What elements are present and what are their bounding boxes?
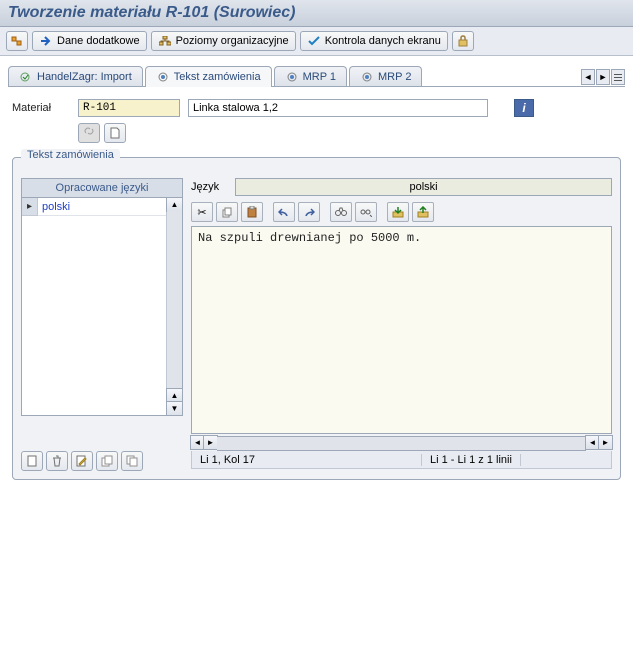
tab-mrp2-label: MRP 2 [378, 71, 411, 83]
editor-status: Li 1, Kol 17 Li 1 - Li 1 z 1 linii [191, 451, 612, 469]
hscroll-track[interactable] [217, 436, 586, 451]
kontrola-button[interactable]: Kontrola danych ekranu [300, 31, 448, 51]
tab-mrp2[interactable]: MRP 2 [349, 66, 422, 87]
load-button[interactable] [387, 202, 409, 222]
new-doc-icon [25, 454, 39, 468]
tekst-zamowienia-group: Tekst zamówienia Opracowane języki ▸ pol… [12, 157, 621, 480]
tab-next-button[interactable]: ► [596, 69, 610, 85]
material-input[interactable] [78, 99, 180, 117]
title-bar: Tworzenie materiału R-101 (Surowiec) [0, 0, 633, 27]
new-button[interactable] [21, 451, 43, 471]
lock-button[interactable] [452, 31, 474, 51]
paste-button[interactable] [241, 202, 263, 222]
language-cell[interactable]: polski [38, 198, 166, 216]
scissors-icon: ✂ [195, 205, 209, 219]
tab-strip: HandelZagr: Import Tekst zamówienia MRP … [8, 66, 625, 87]
text-editor[interactable] [191, 226, 612, 434]
group-title: Tekst zamówienia [21, 149, 120, 161]
trash-icon [50, 454, 64, 468]
switch-icon [11, 34, 23, 48]
list-vscroll: ▲ ▲ ▼ [166, 198, 182, 415]
language-row: Język polski [191, 178, 612, 196]
pencil-icon [75, 454, 89, 468]
binoculars-next-icon [359, 205, 373, 219]
copy-icon [220, 205, 234, 219]
poziomy-org-label: Poziomy organizacyjne [176, 35, 289, 47]
binoculars-icon [334, 205, 348, 219]
lang-value: polski [235, 178, 612, 196]
scroll-down2-button[interactable]: ▼ [166, 401, 183, 416]
dane-dodatkowe-button[interactable]: Dane dodatkowe [32, 31, 147, 51]
redo-button[interactable] [298, 202, 320, 222]
tab-radio-icon [156, 70, 170, 84]
undo-button[interactable] [273, 202, 295, 222]
hscroll-left2-button[interactable]: ► [203, 435, 218, 450]
find-next-button[interactable] [355, 202, 377, 222]
dane-dodatkowe-label: Dane dodatkowe [57, 35, 140, 47]
clipboard-icon [245, 205, 259, 219]
undo-icon [277, 205, 291, 219]
languages-column: Opracowane języki ▸ polski ▲ ▲ ▼ [21, 178, 183, 471]
delete-button[interactable] [46, 451, 68, 471]
languages-list[interactable]: ▸ polski ▲ ▲ ▼ [21, 198, 183, 416]
window-title: Tworzenie materiału R-101 (Surowiec) [8, 4, 625, 22]
list-item[interactable]: ▸ polski [22, 198, 166, 216]
tab-mrp1-label: MRP 1 [303, 71, 336, 83]
info-button[interactable]: i [514, 99, 534, 117]
org-icon [158, 34, 172, 48]
editor-hscroll: ◄ ► ◄ ► [191, 436, 612, 451]
editor-column: Język polski ✂ [191, 178, 612, 471]
copy-in-button[interactable] [96, 451, 118, 471]
find-button[interactable] [330, 202, 352, 222]
languages-header: Opracowane języki [21, 178, 183, 198]
tab-tekst-zamowienia[interactable]: Tekst zamówienia [145, 66, 272, 87]
status-range: Li 1 - Li 1 z 1 linii [422, 454, 521, 466]
row-marker-icon: ▸ [22, 198, 38, 216]
load-icon [391, 205, 405, 219]
redo-icon [302, 205, 316, 219]
lang-label: Język [191, 181, 219, 193]
tab-radio-icon [360, 70, 374, 84]
copy-button[interactable] [216, 202, 238, 222]
tab-mrp1[interactable]: MRP 1 [274, 66, 347, 87]
copy-icon [100, 454, 114, 468]
tab-handel-label: HandelZagr: Import [37, 71, 132, 83]
poziomy-org-button[interactable]: Poziomy organizacyjne [151, 31, 296, 51]
kontrola-label: Kontrola danych ekranu [325, 35, 441, 47]
material-desc-input[interactable] [188, 99, 488, 117]
save-icon [416, 205, 430, 219]
copy-out-button[interactable] [121, 451, 143, 471]
tab-tekst-label: Tekst zamówienia [174, 71, 261, 83]
main-toolbar: Dane dodatkowe Poziomy organizacyjne Kon… [0, 27, 633, 56]
toggle-button[interactable] [6, 31, 28, 51]
scroll-up-button[interactable]: ▲ [166, 197, 183, 212]
tab-nav: ◄ ► [581, 69, 625, 85]
scroll-track[interactable] [167, 211, 182, 389]
hscroll-right2-button[interactable]: ► [598, 435, 613, 450]
arrow-right-icon [39, 34, 53, 48]
tab-prev-button[interactable]: ◄ [581, 69, 595, 85]
editor-wrap: ◄ ► ◄ ► Li 1, Kol 17 Li 1 - Li 1 z 1 lin… [191, 226, 612, 469]
status-position: Li 1, Kol 17 [192, 454, 422, 466]
doc-disabled-button [78, 123, 100, 143]
cut-button[interactable]: ✂ [191, 202, 213, 222]
material-label: Materiał [12, 102, 70, 114]
material-row: Materiał i [8, 99, 625, 117]
tab-check-icon [19, 70, 33, 84]
link-icon [82, 126, 96, 140]
editor-toolbar: ✂ [191, 202, 612, 222]
save-button[interactable] [412, 202, 434, 222]
document-icon [108, 126, 122, 140]
lock-icon [457, 34, 469, 48]
tab-list-button[interactable] [611, 69, 625, 85]
copy2-icon [125, 454, 139, 468]
material-actions [8, 123, 625, 143]
doc-button[interactable] [104, 123, 126, 143]
edit-button[interactable] [71, 451, 93, 471]
left-actions [21, 451, 183, 471]
check-icon [307, 34, 321, 48]
content-area: HandelZagr: Import Tekst zamówienia MRP … [0, 56, 633, 490]
tab-handel-import[interactable]: HandelZagr: Import [8, 66, 143, 87]
tab-radio-icon [285, 70, 299, 84]
